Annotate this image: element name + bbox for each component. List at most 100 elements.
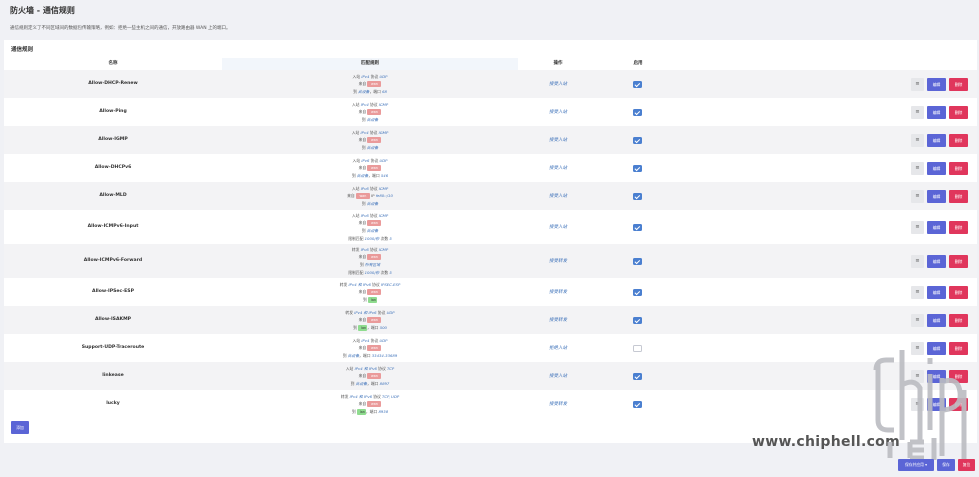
- edit-button[interactable]: 编辑: [927, 161, 946, 175]
- rule-action: 接受转发: [549, 290, 567, 295]
- enable-checkbox[interactable]: [633, 80, 642, 88]
- enable-checkbox[interactable]: [633, 288, 642, 296]
- rule-action: 接受入站: [549, 166, 567, 171]
- match-text: UDP: [379, 337, 388, 343]
- rule-match: 转发 IPv4 和 IPv6 协议 UDP 来自 wan 到 lan，端口 500: [222, 309, 518, 332]
- match-text: ，端口: [359, 352, 372, 358]
- match-line: 来自 wan: [222, 219, 518, 227]
- enable-checkbox[interactable]: [633, 400, 642, 408]
- match-text: fe80::/10: [375, 193, 393, 199]
- delete-button[interactable]: 删除: [949, 105, 968, 119]
- rule-name: Allow-MLD: [99, 193, 127, 198]
- drag-handle-icon[interactable]: ≡: [911, 313, 924, 327]
- enable-checkbox[interactable]: [633, 164, 642, 172]
- match-text: 次数: [379, 235, 390, 241]
- enable-checkbox[interactable]: [633, 372, 642, 380]
- save-apply-button[interactable]: 保存并应用 ▾: [898, 459, 934, 471]
- edit-button[interactable]: 编辑: [927, 254, 946, 268]
- zone-tag: wan: [367, 401, 382, 408]
- zone-tag: wan: [367, 373, 382, 380]
- match-text: ，端口: [365, 408, 379, 414]
- match-text: 546: [380, 172, 389, 178]
- match-text: 协议: [370, 281, 381, 287]
- page-description: 通信规则定义了不同区域间的数据包传输策略，例如：拒绝一些主机之间的通信，开放路由…: [10, 26, 231, 31]
- table-row: Allow-IGMP 入站 IPv4 协议 IGMP 来自 wan 到 此设备 接受入站…: [4, 126, 977, 154]
- enable-checkbox[interactable]: [633, 316, 642, 324]
- enable-checkbox[interactable]: [633, 108, 642, 116]
- drag-handle-icon[interactable]: ≡: [911, 133, 924, 147]
- match-line: 入站 IPv4 协议 UDP: [222, 73, 518, 81]
- match-text: 协议: [376, 309, 387, 315]
- match-text: 协议: [376, 365, 387, 371]
- match-text: 限制匹配: [348, 269, 365, 275]
- match-text: 来自: [358, 373, 368, 379]
- delete-button[interactable]: 删除: [949, 77, 968, 91]
- enable-checkbox[interactable]: [633, 192, 642, 200]
- match-line: 来自 wan: [222, 136, 518, 144]
- drag-handle-icon[interactable]: ≡: [911, 254, 924, 268]
- table-row: Allow-ICMPv6-Input 入站 IPv6 协议 ICMP 来自 wan 到…: [4, 210, 977, 244]
- edit-button[interactable]: 编辑: [927, 189, 946, 203]
- table-header: 名称 匹配规则 操作 启用: [4, 58, 977, 70]
- match-line: 到 lan，端口 500: [222, 324, 518, 332]
- delete-button[interactable]: 删除: [949, 161, 968, 175]
- delete-button[interactable]: 删除: [949, 220, 968, 234]
- match-text: ，端口: [367, 324, 380, 330]
- edit-button[interactable]: 编辑: [927, 220, 946, 234]
- drag-handle-icon[interactable]: ≡: [911, 105, 924, 119]
- match-text: 入站: [351, 101, 361, 107]
- drag-handle-icon[interactable]: ≡: [911, 189, 924, 203]
- header-name: 名称: [108, 61, 118, 66]
- drag-handle-icon[interactable]: ≡: [911, 285, 924, 299]
- match-line: 到 此设备，端口 8897: [222, 380, 518, 388]
- match-text: 8938: [378, 408, 389, 414]
- table-row: Allow-DHCP-Renew 入站 IPv4 协议 UDP 来自 wan 到 此设…: [4, 70, 977, 98]
- match-text: UDP: [379, 73, 388, 79]
- match-text: 所有区域: [364, 261, 381, 267]
- match-text: 1000/秒: [364, 235, 380, 241]
- match-text: 入站: [351, 212, 361, 218]
- enable-checkbox[interactable]: [633, 344, 642, 352]
- match-text: 转发: [340, 393, 350, 399]
- match-line: 入站 IPv4 协议 IGMP: [222, 129, 518, 137]
- delete-button[interactable]: 删除: [949, 313, 968, 327]
- enable-checkbox[interactable]: [633, 223, 642, 231]
- zone-tag: wan: [367, 317, 382, 324]
- edit-button[interactable]: 编辑: [927, 133, 946, 147]
- table-row: Allow-DHCPv6 入站 IPv6 协议 UDP 来自 wan 到 此设备，端口…: [4, 154, 977, 182]
- match-text: 次数: [379, 269, 390, 275]
- match-text: IPv4 和 IPv6: [349, 393, 372, 399]
- rule-name: Allow-IPSec-ESP: [92, 289, 134, 294]
- match-text: 协议: [372, 393, 383, 399]
- enable-checkbox[interactable]: [633, 136, 642, 144]
- match-line: 入站 IPv4 协议 ICMP: [222, 101, 518, 109]
- zone-tag: lan: [358, 324, 368, 331]
- add-rule-button[interactable]: 添加: [11, 421, 29, 434]
- delete-button[interactable]: 删除: [949, 285, 968, 299]
- match-text: 来自: [358, 165, 368, 171]
- match-line: 到 所有区域: [222, 261, 518, 269]
- save-button[interactable]: 保存: [937, 459, 955, 471]
- drag-handle-icon[interactable]: ≡: [911, 77, 924, 91]
- rule-match: 入站 IPv4 协议 UDP 来自 wan 到 此设备，端口 33434-33689: [222, 337, 518, 360]
- match-text: 协议: [368, 101, 379, 107]
- drag-handle-icon[interactable]: ≡: [911, 161, 924, 175]
- match-line: 入站 IPv6 协议 UDP: [222, 157, 518, 165]
- reset-button[interactable]: 复位: [958, 459, 975, 471]
- delete-button[interactable]: 删除: [949, 189, 968, 203]
- enable-checkbox[interactable]: [633, 257, 642, 265]
- delete-button[interactable]: 删除: [949, 254, 968, 268]
- drag-handle-icon[interactable]: ≡: [911, 220, 924, 234]
- match-line: 限制匹配 1000/秒 次数 5: [222, 235, 518, 243]
- edit-button[interactable]: 编辑: [927, 77, 946, 91]
- match-line: 到 此设备，端口 68: [222, 88, 518, 96]
- header-enable: 启用: [633, 61, 643, 66]
- delete-button[interactable]: 删除: [949, 133, 968, 147]
- rule-action: 拒绝入站: [549, 346, 567, 351]
- edit-button[interactable]: 编辑: [927, 105, 946, 119]
- table-row: Support-UDP-Traceroute 入站 IPv4 协议 UDP 来自 w…: [4, 334, 977, 362]
- edit-button[interactable]: 编辑: [927, 313, 946, 327]
- edit-button[interactable]: 编辑: [927, 285, 946, 299]
- rule-match: 入站 IPv6 协议 ICMP 来自 wan 到 此设备 限制匹配 1000/秒 次数…: [222, 212, 518, 242]
- match-text: 此设备: [347, 352, 360, 358]
